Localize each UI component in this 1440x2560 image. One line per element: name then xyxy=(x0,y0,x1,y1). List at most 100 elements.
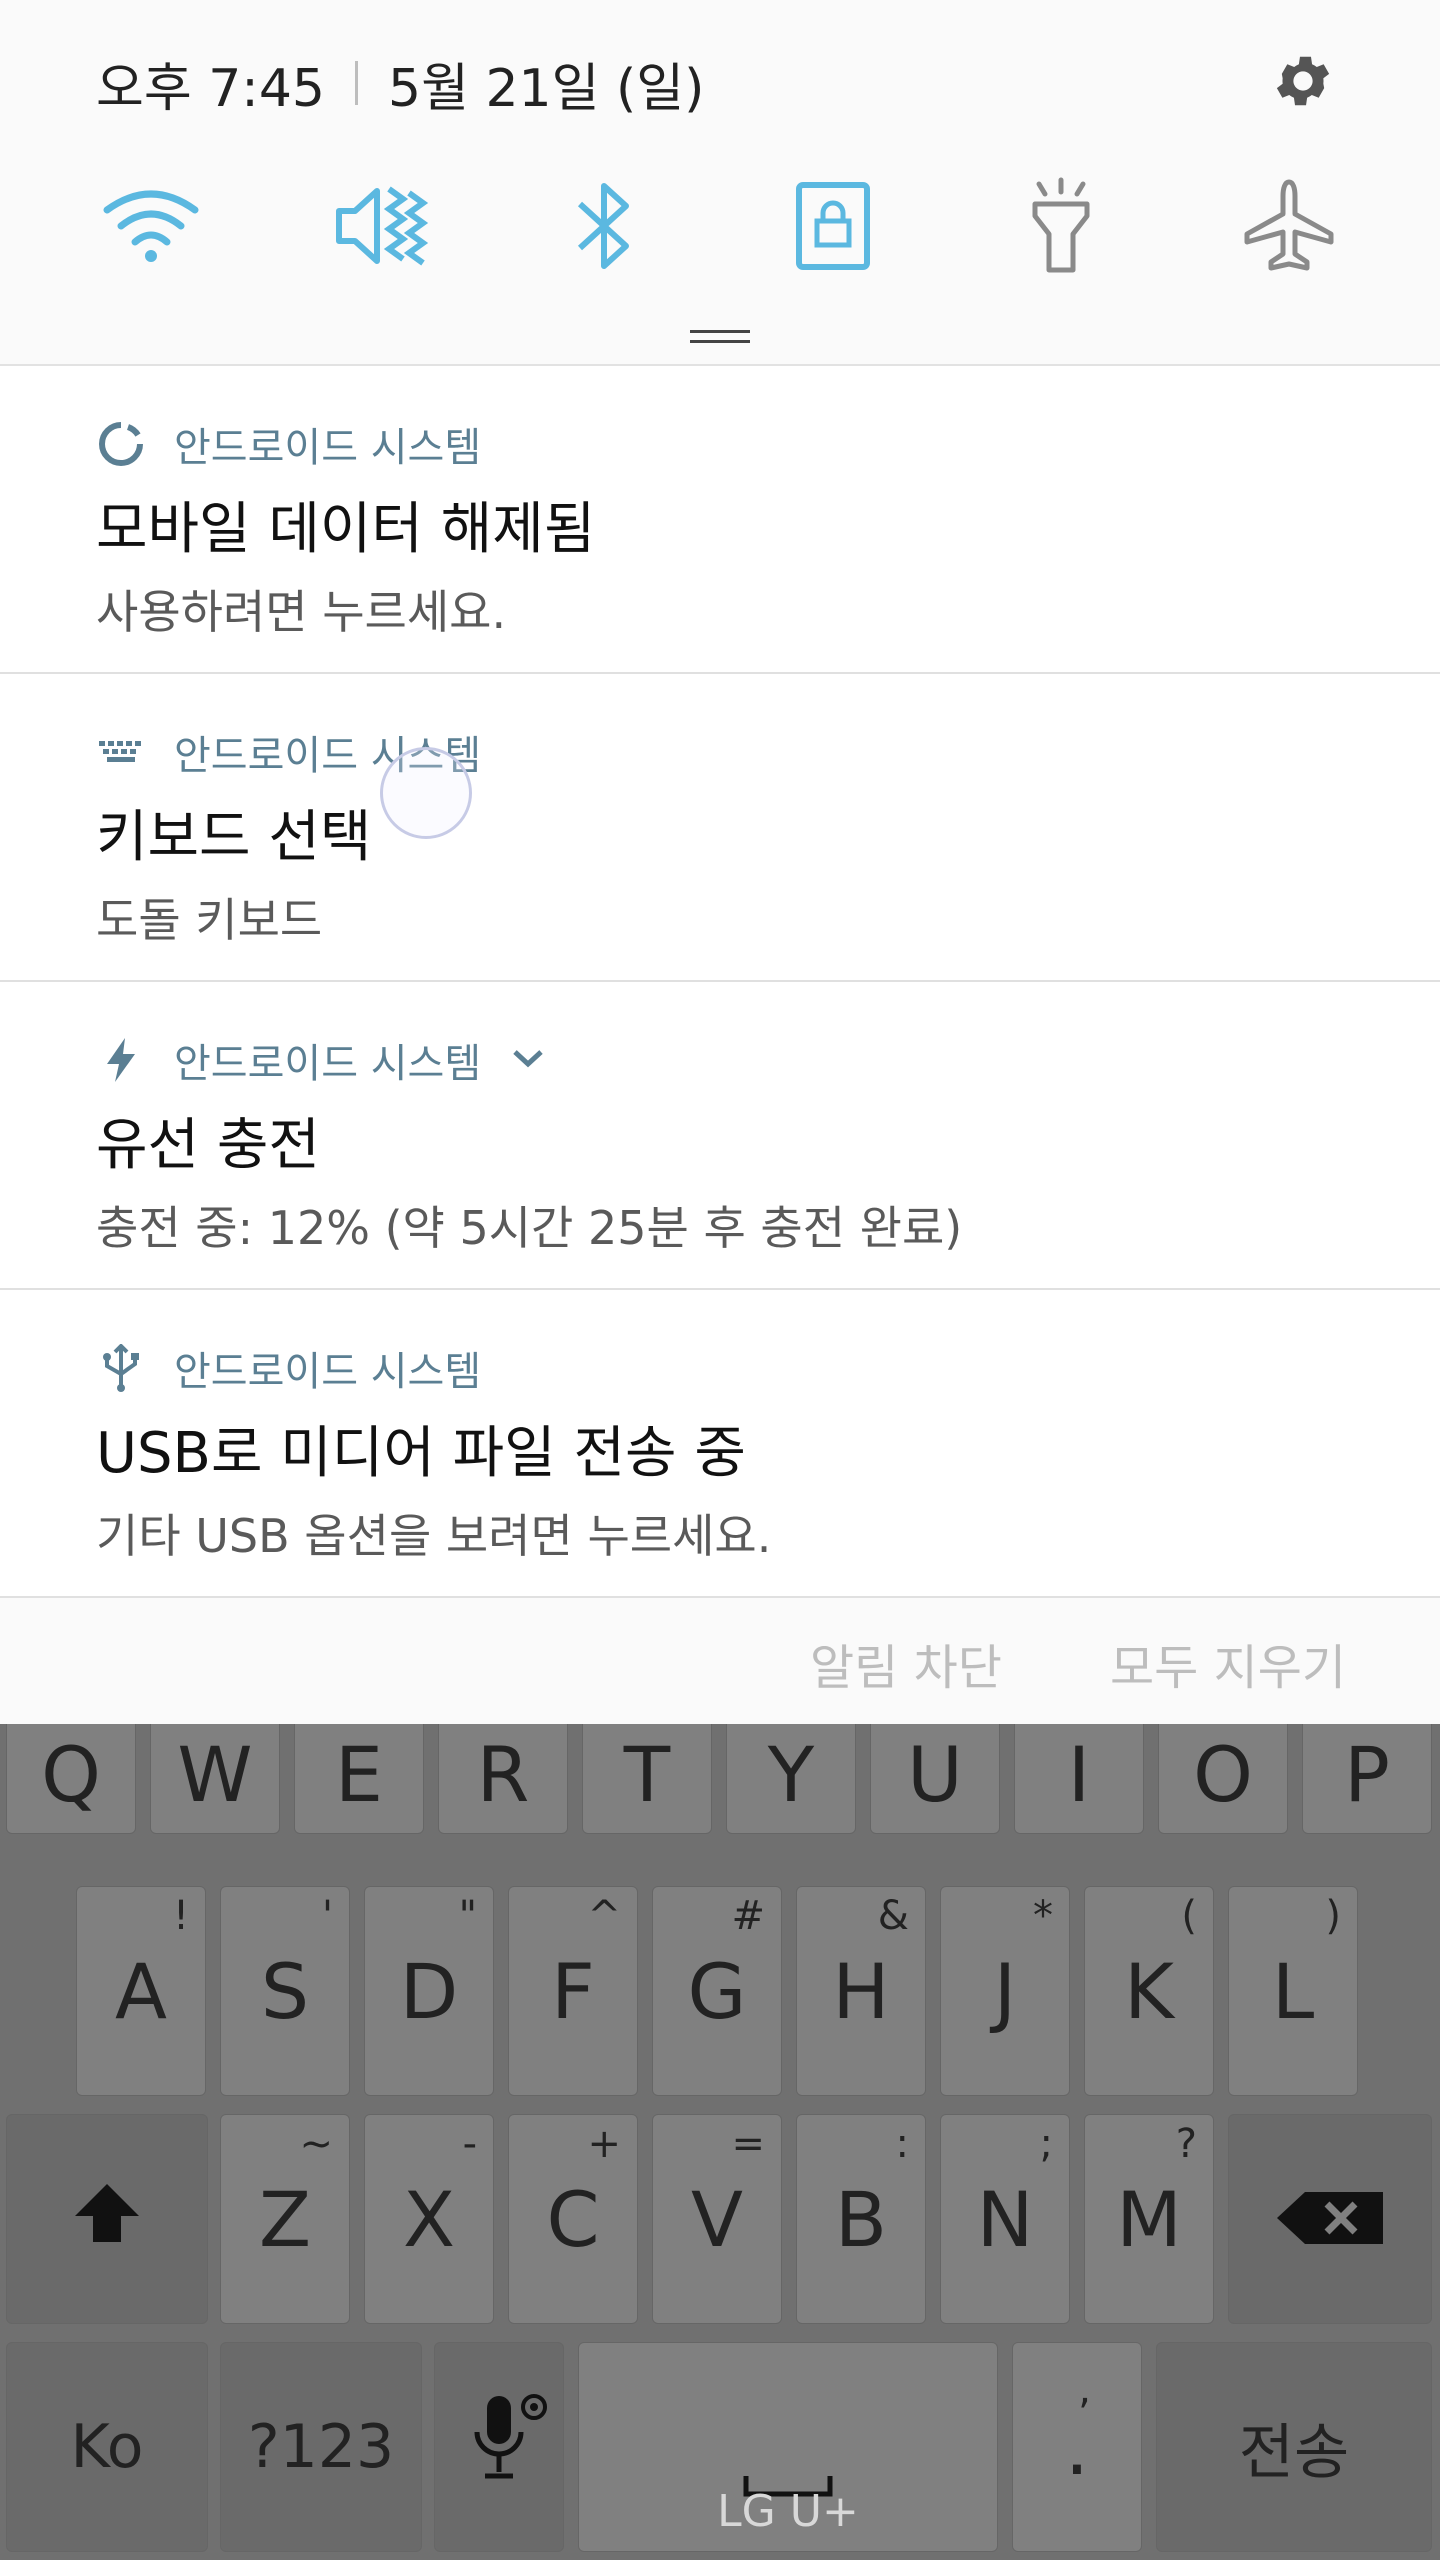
settings-gear-icon[interactable] xyxy=(1270,48,1336,114)
notification-app-name: 안드로이드 시스템 xyxy=(174,1349,482,1395)
block-notifications-button[interactable]: 알림 차단 xyxy=(810,1628,1002,1698)
mute-vibrate-icon[interactable] xyxy=(326,176,436,276)
airplane-mode-icon[interactable] xyxy=(1234,176,1344,276)
key-label: A xyxy=(115,1946,167,2036)
key-label: B xyxy=(834,2174,888,2264)
backspace-icon xyxy=(1275,2175,1385,2264)
key-z[interactable]: Z ~ xyxy=(220,2114,350,2324)
key-s[interactable]: S ' xyxy=(220,1886,350,2096)
key-sublabel: # xyxy=(731,1893,765,1939)
key-p[interactable]: P xyxy=(1302,1714,1432,1834)
notification-text: 사용하려면 누르세요. xyxy=(96,585,507,639)
key-sublabel: " xyxy=(458,1893,477,1939)
key-sublabel: * xyxy=(1033,1893,1053,1939)
key-sublabel: ' xyxy=(322,1893,333,1939)
keyboard-icon xyxy=(96,727,146,777)
language-key[interactable]: Ko xyxy=(6,2342,208,2552)
notification-text: 도돌 키보드 xyxy=(96,893,323,947)
key-label: V xyxy=(691,2174,743,2264)
key-e[interactable]: E xyxy=(294,1714,424,1834)
key-sublabel: , xyxy=(1078,2367,1091,2413)
notification-mobile-data[interactable]: 안드로이드 시스템 모바일 데이터 해제됨 사용하려면 누르세요. xyxy=(0,366,1440,674)
send-key[interactable]: 전송 xyxy=(1156,2342,1432,2552)
key-b[interactable]: B: xyxy=(796,2114,926,2324)
key-label: C xyxy=(546,2174,600,2264)
key-w[interactable]: W xyxy=(150,1714,280,1834)
key-sublabel: ~ xyxy=(299,2121,333,2167)
wifi-icon[interactable] xyxy=(96,176,206,276)
notification-app-name: 안드로이드 시스템 xyxy=(174,425,482,471)
chevron-down-icon[interactable] xyxy=(511,1046,545,1074)
notification-text: 충전 중: 12% (약 5시간 25분 후 충전 완료) xyxy=(96,1201,963,1255)
key-m[interactable]: M? xyxy=(1084,2114,1214,2324)
screen-lock-icon[interactable] xyxy=(778,176,888,276)
charging-icon xyxy=(96,1035,146,1085)
key-sublabel: - xyxy=(462,2121,477,2167)
key-d[interactable]: D " xyxy=(364,1886,494,2096)
key-label: L xyxy=(1271,1946,1315,2036)
notification-keyboard[interactable]: 안드로이드 시스템 키보드 선택 도돌 키보드 xyxy=(0,674,1440,982)
drag-handle[interactable] xyxy=(690,330,750,344)
key-x[interactable]: X- xyxy=(364,2114,494,2324)
notification-usb[interactable]: 안드로이드 시스템 USB로 미디어 파일 전송 중 기타 USB 옵션을 보려… xyxy=(0,1290,1440,1598)
shift-key[interactable] xyxy=(6,2114,208,2324)
key-j[interactable]: J * xyxy=(940,1886,1070,2096)
usb-icon xyxy=(96,1343,146,1393)
key-r[interactable]: R xyxy=(438,1714,568,1834)
flashlight-icon[interactable] xyxy=(1006,176,1116,276)
key-label: G xyxy=(687,1946,747,2036)
notification-header: 안드로이드 시스템 xyxy=(96,416,481,472)
notification-actions: 알림 차단 모두 지우기 xyxy=(0,1598,1440,1724)
key-sublabel: & xyxy=(877,1893,909,1939)
notification-title: USB로 미디어 파일 전송 중 xyxy=(96,1421,746,1486)
quick-settings-panel: 오후 7:45 5월 21일 (일) xyxy=(0,0,1440,366)
symbols-key[interactable]: ?123 xyxy=(220,2342,422,2552)
notification-title: 키보드 선택 xyxy=(96,805,372,870)
keyboard: Q W E R T Y U I O P A! S ' D " F ^ G # H & J *… xyxy=(0,1714,1440,2560)
key-h[interactable]: H & xyxy=(796,1886,926,2096)
key-sublabel: : xyxy=(895,2121,909,2167)
key-l[interactable]: L) xyxy=(1228,1886,1358,2096)
space-key[interactable]: LG U+ xyxy=(578,2342,998,2552)
key-label: Z xyxy=(258,2174,312,2264)
settings-small-icon xyxy=(519,2351,549,2440)
status-date: 5월 21일 (일) xyxy=(387,58,705,119)
key-v[interactable]: V = xyxy=(652,2114,782,2324)
key-sublabel: ! xyxy=(172,1893,189,1939)
notification-text: 기타 USB 옵션을 보려면 누르세요. xyxy=(96,1509,772,1563)
key-q[interactable]: Q xyxy=(6,1714,136,1834)
period-key[interactable]: . , xyxy=(1012,2342,1142,2552)
key-label: D xyxy=(399,1946,459,2036)
sync-icon xyxy=(96,419,146,469)
key-label: K xyxy=(1124,1946,1174,2036)
status-time: 오후 7:45 xyxy=(96,58,325,119)
notification-header: 안드로이드 시스템 xyxy=(96,1032,545,1088)
key-label: M xyxy=(1116,2174,1182,2264)
key-g[interactable]: G # xyxy=(652,1886,782,2096)
key-o[interactable]: O xyxy=(1158,1714,1288,1834)
voice-input-key[interactable] xyxy=(434,2342,564,2552)
notification-charging[interactable]: 안드로이드 시스템 유선 충전 충전 중: 12% (약 5시간 25분 후 충… xyxy=(0,982,1440,1290)
notification-title: 유선 충전 xyxy=(96,1113,320,1178)
status-line: 오후 7:45 5월 21일 (일) xyxy=(96,48,705,119)
key-f[interactable]: F ^ xyxy=(508,1886,638,2096)
key-label: . xyxy=(1064,2402,1090,2492)
key-c[interactable]: C + xyxy=(508,2114,638,2324)
key-u[interactable]: U xyxy=(870,1714,1000,1834)
key-sublabel: ) xyxy=(1325,1893,1341,1939)
notification-shade: 오후 7:45 5월 21일 (일) 안드로이드 시스템 모바일 데이터 해제됨… xyxy=(0,0,1440,1724)
key-label: H xyxy=(832,1946,890,2036)
key-a[interactable]: A! xyxy=(76,1886,206,2096)
key-k[interactable]: K( xyxy=(1084,1886,1214,2096)
key-t[interactable]: T xyxy=(582,1714,712,1834)
backspace-key[interactable] xyxy=(1228,2114,1432,2324)
key-n[interactable]: N; xyxy=(940,2114,1070,2324)
key-label: F xyxy=(551,1946,595,2036)
key-sublabel: ^ xyxy=(587,1893,621,1939)
clear-all-button[interactable]: 모두 지우기 xyxy=(1110,1628,1346,1698)
key-i[interactable]: I xyxy=(1014,1714,1144,1834)
shift-icon xyxy=(71,2175,143,2264)
bluetooth-icon[interactable] xyxy=(550,176,660,276)
key-sublabel: ( xyxy=(1181,1893,1197,1939)
key-y[interactable]: Y xyxy=(726,1714,856,1834)
